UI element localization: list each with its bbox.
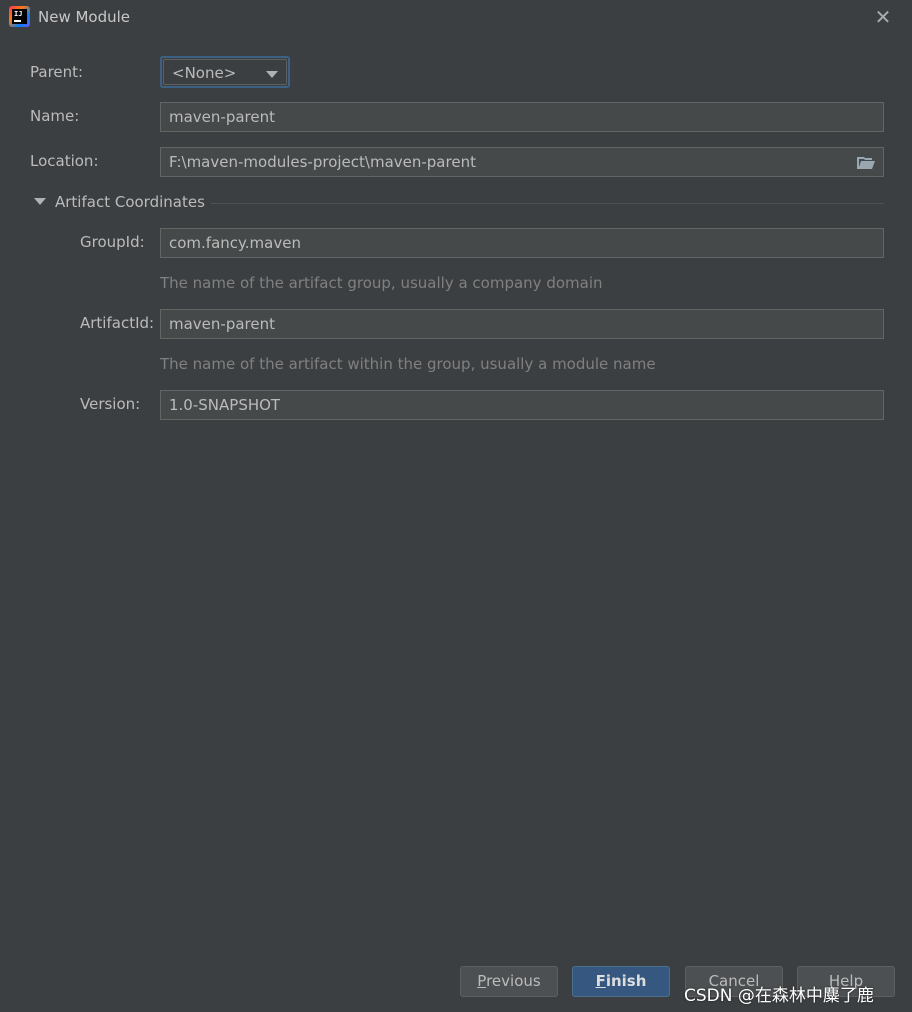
section-title[interactable]: Artifact Coordinates xyxy=(55,193,205,211)
name-label: Name: xyxy=(30,107,80,125)
groupid-label: GroupId: xyxy=(80,233,145,251)
finish-label: inish xyxy=(605,972,647,990)
location-input[interactable]: F:\maven-modules-project\maven-parent xyxy=(160,147,884,177)
section-divider xyxy=(211,203,884,204)
previous-mnemonic: P xyxy=(477,972,487,990)
close-icon[interactable]: ✕ xyxy=(872,6,894,28)
finish-mnemonic: F xyxy=(595,972,606,990)
title-bar: IJ New Module ✕ xyxy=(0,0,912,36)
parent-select[interactable]: <None> xyxy=(160,56,290,88)
location-label: Location: xyxy=(30,152,99,170)
location-input-value: F:\maven-modules-project\maven-parent xyxy=(169,153,476,171)
artifactid-label: ArtifactId: xyxy=(80,314,155,332)
artifactid-hint: The name of the artifact within the grou… xyxy=(160,355,656,373)
parent-select-value: <None> xyxy=(172,64,237,82)
groupid-hint: The name of the artifact group, usually … xyxy=(160,274,603,292)
folder-icon[interactable] xyxy=(857,156,875,169)
version-label: Version: xyxy=(80,395,141,413)
chevron-down-icon xyxy=(266,71,278,78)
previous-label: revious xyxy=(486,972,541,990)
intellij-app-icon: IJ xyxy=(9,6,30,27)
window-title: New Module xyxy=(38,8,131,26)
groupid-input[interactable]: com.fancy.maven xyxy=(160,228,884,258)
name-input[interactable]: maven-parent xyxy=(160,102,884,132)
artifactid-input[interactable]: maven-parent xyxy=(160,309,884,339)
collapse-triangle-icon[interactable] xyxy=(34,198,46,205)
parent-label: Parent: xyxy=(30,63,84,81)
version-input[interactable]: 1.0-SNAPSHOT xyxy=(160,390,884,420)
watermark: CSDN @在森林中麋了鹿 xyxy=(684,986,874,1006)
previous-button[interactable]: Previous xyxy=(460,966,558,997)
finish-button[interactable]: Finish xyxy=(572,966,670,997)
